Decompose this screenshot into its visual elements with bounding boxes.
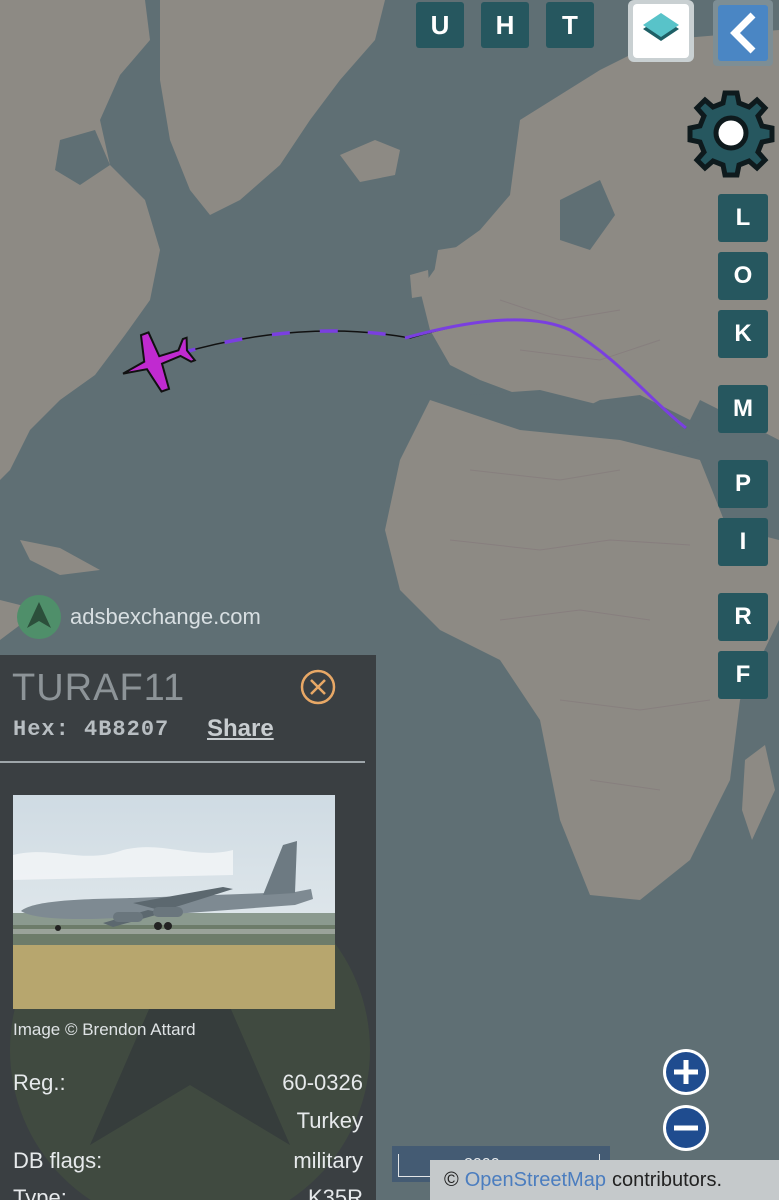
aircraft-info-panel: TURAF11 Hex: 4B8207 Share Image © Brendo… <box>0 655 376 1200</box>
side-button-i[interactable]: I <box>718 518 768 566</box>
reg-label: Reg.: <box>13 1070 66 1095</box>
callsign: TURAF11 <box>12 667 186 709</box>
share-link[interactable]: Share <box>207 715 274 743</box>
side-button-o[interactable]: O <box>718 252 768 300</box>
back-button[interactable] <box>713 0 773 66</box>
side-button-l[interactable]: L <box>718 194 768 242</box>
adsb-logo-icon <box>17 595 61 639</box>
type-value: K35R <box>307 1185 363 1200</box>
type-label: Type: <box>13 1185 67 1200</box>
side-button-k[interactable]: K <box>718 310 768 358</box>
hex-value: 4B8207 <box>84 717 170 742</box>
side-button-p[interactable]: P <box>718 460 768 508</box>
image-credit: Image © Brendon Attard <box>13 1020 196 1039</box>
watermark-text: adsbexchange.com <box>70 604 261 629</box>
layers-button[interactable] <box>628 0 694 62</box>
attribution-suffix: contributors. <box>611 1168 723 1191</box>
db-flags-value: military <box>293 1148 363 1173</box>
zoom-out-icon[interactable] <box>662 1104 710 1152</box>
toolbar-button-u[interactable]: U <box>416 2 464 48</box>
country-value: Turkey <box>296 1108 363 1133</box>
back-chevron-icon <box>730 12 756 54</box>
attribution-prefix: © <box>444 1168 459 1191</box>
zoom-in-icon[interactable] <box>662 1048 710 1096</box>
hex-row: Hex: 4B8207 <box>13 717 169 742</box>
toolbar-button-t[interactable]: T <box>546 2 594 48</box>
side-button-f[interactable]: F <box>718 651 768 699</box>
map-attribution: © OpenStreetMap contributors. <box>430 1160 779 1200</box>
divider <box>0 761 365 763</box>
close-icon[interactable] <box>300 669 336 705</box>
adsb-watermark: adsbexchange.com <box>16 594 261 640</box>
aircraft-photo[interactable] <box>13 795 335 1009</box>
side-button-r[interactable]: R <box>718 593 768 641</box>
openstreetmap-link[interactable]: OpenStreetMap <box>465 1169 606 1192</box>
layers-icon <box>643 13 679 41</box>
reg-value: 60-0326 <box>282 1070 363 1095</box>
hex-label: Hex: <box>13 717 70 742</box>
db-flags-label: DB flags: <box>13 1148 103 1173</box>
toolbar-button-h[interactable]: H <box>481 2 529 48</box>
side-button-m[interactable]: M <box>718 385 768 433</box>
gear-icon[interactable] <box>684 88 778 178</box>
